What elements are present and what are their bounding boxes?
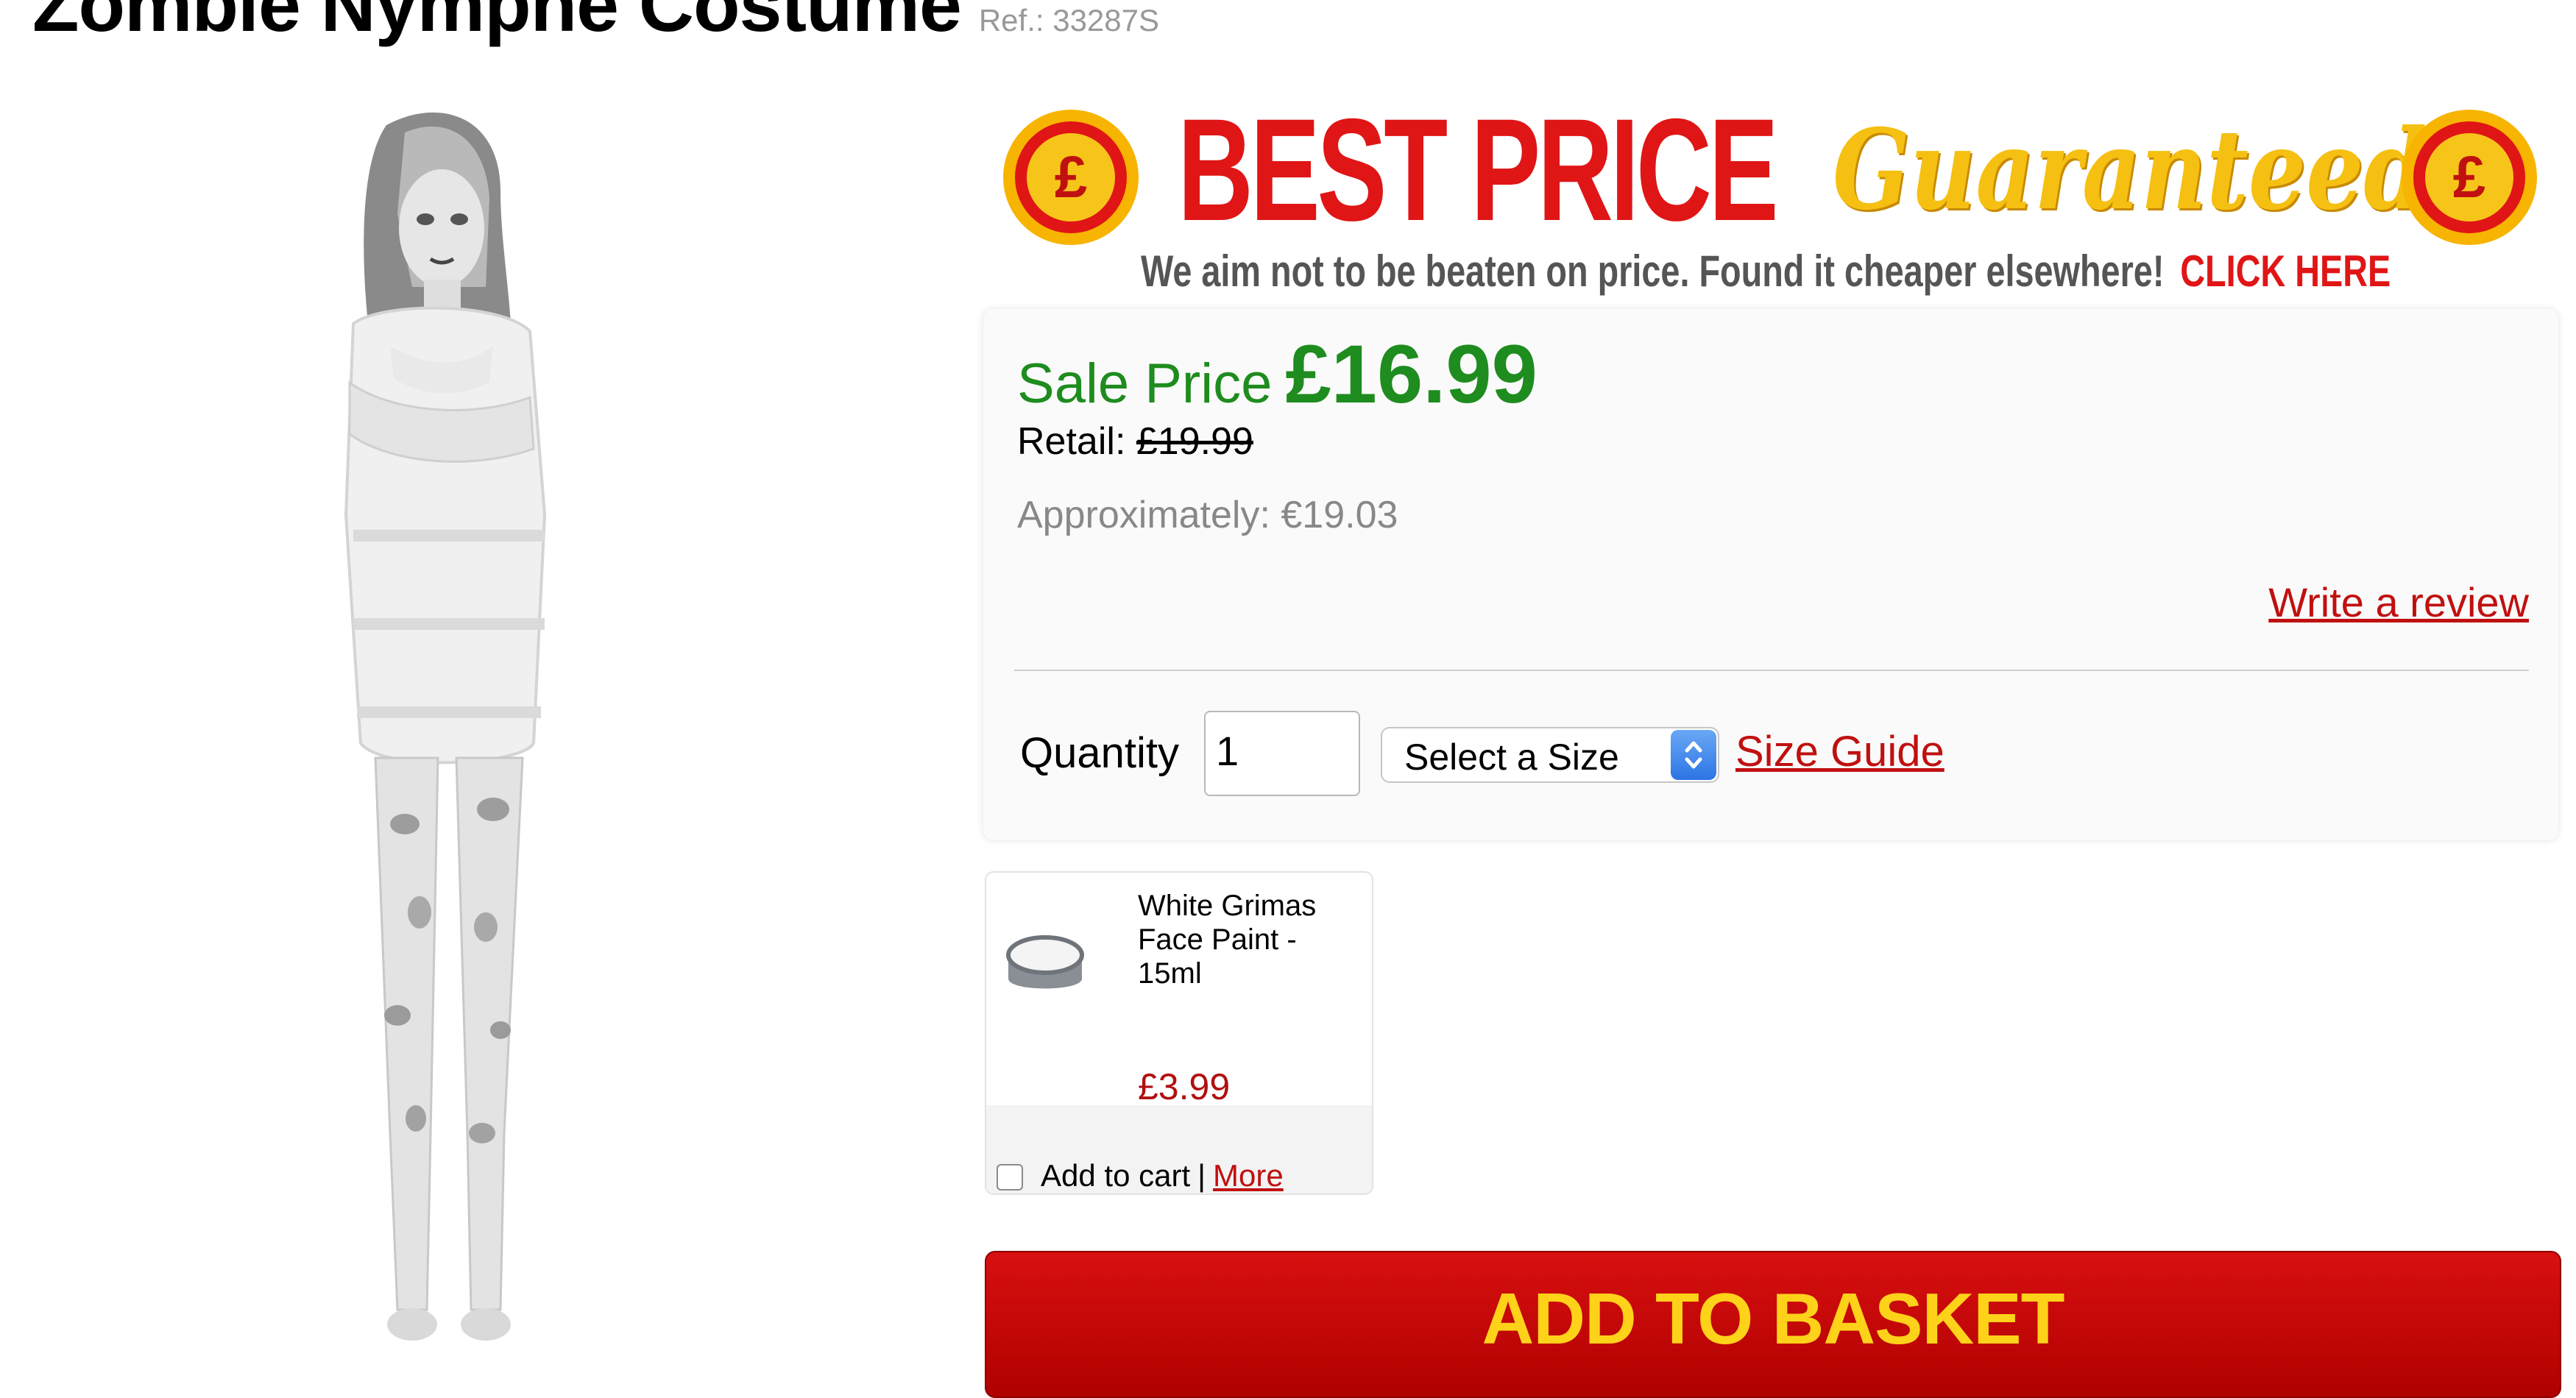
price-panel: Sale Price £16.99 Retail: £19.99 Approxim…: [983, 309, 2558, 840]
size-select-value: Select a Size: [1404, 737, 1619, 778]
sale-price-label: Sale Price: [1017, 352, 1273, 415]
guaranteed-text: Guaranteed: [1833, 105, 2427, 235]
quantity-label: Quantity: [1020, 729, 1179, 777]
product-title-text: Zombie Nymphe Costume: [32, 0, 962, 48]
best-price-banner[interactable]: £ BEST PRICE Guaranteed £ We aim not to …: [1001, 93, 2539, 306]
svg-text:£: £: [1055, 144, 1088, 210]
svg-text:£: £: [2453, 144, 2486, 210]
costume-model-figure: [344, 112, 547, 1341]
pound-coin-icon: £: [1003, 110, 1139, 245]
select-arrows-icon: [1671, 730, 1716, 780]
face-paint-icon[interactable]: [1001, 918, 1089, 1007]
upsell-footer: Add to cart | More: [986, 1105, 1372, 1193]
upsell-actions: Add to cart | More: [1041, 1158, 1284, 1193]
divider: [1014, 670, 2529, 671]
approx-price-label: Approximately:: [1017, 494, 1270, 536]
sale-price: Sale Price £16.99: [1017, 327, 1538, 422]
click-here-link[interactable]: CLICK HERE: [2180, 246, 2391, 296]
pound-coin-icon: £: [2402, 110, 2537, 245]
product-image[interactable]: [280, 103, 692, 1352]
add-to-basket-button[interactable]: ADD TO BASKET: [985, 1251, 2561, 1398]
product-title: Zombie Nymphe Costume Ref.: 33287S: [32, 0, 1159, 49]
best-price-text: BEST PRICE: [1178, 88, 1779, 251]
upsell-card: White Grimas Face Paint - 15ml £3.99 Add…: [985, 871, 1373, 1195]
add-to-cart-checkbox[interactable]: [997, 1164, 1023, 1191]
separator: |: [1197, 1158, 1206, 1193]
price-match-message: We aim not to be beaten on price. Found …: [1141, 246, 2165, 296]
size-guide-link[interactable]: Size Guide: [1735, 727, 1945, 776]
size-select[interactable]: Select a Size: [1381, 727, 1719, 783]
retail-price: Retail: £19.99: [1017, 419, 1253, 464]
add-to-cart-label: Add to cart: [1041, 1158, 1191, 1193]
retail-price-amount: £19.99: [1136, 420, 1253, 463]
upsell-product-name[interactable]: White Grimas Face Paint - 15ml: [1138, 889, 1359, 990]
write-review-link[interactable]: Write a review: [2268, 578, 2529, 626]
quantity-input[interactable]: 1: [1204, 711, 1360, 796]
product-ref: Ref.: 33287S: [978, 3, 1160, 38]
retail-price-label: Retail:: [1017, 420, 1126, 463]
upsell-price: £3.99: [1138, 1066, 1231, 1107]
price-match-subtext: We aim not to be beaten on price. Found …: [1141, 246, 2391, 297]
approx-price-amount: €19.03: [1281, 494, 1398, 536]
sale-price-amount: £16.99: [1285, 328, 1538, 420]
more-link[interactable]: More: [1213, 1158, 1284, 1193]
approx-price: Approximately: €19.03: [1017, 493, 1398, 537]
add-to-basket-label: ADD TO BASKET: [1482, 1278, 2064, 1359]
